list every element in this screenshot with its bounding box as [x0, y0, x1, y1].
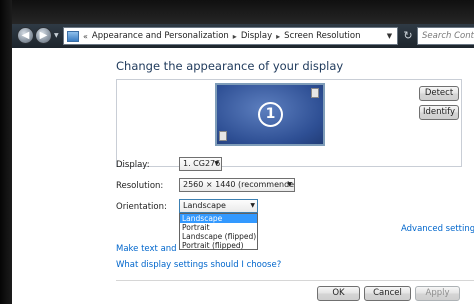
chevron-down-icon: ▼	[54, 32, 59, 39]
orientation-select-value: Landscape	[183, 201, 226, 210]
chevron-down-icon: ▼	[250, 202, 255, 209]
advanced-settings-link[interactable]: Advanced settings	[401, 224, 474, 234]
control-panel-icon	[67, 30, 79, 42]
identify-button[interactable]: Identify	[419, 105, 459, 120]
window-glass-left	[0, 0, 12, 304]
orientation-dropdown-list: Landscape Portrait Landscape (flipped) P…	[179, 213, 258, 250]
breadcrumb-overflow[interactable]: «	[83, 32, 88, 41]
monitor-preview-area: 1 Detect Identify	[116, 79, 462, 167]
breadcrumb-display[interactable]: Display	[241, 31, 272, 41]
display-settings-help-link[interactable]: What display settings should I choose?	[116, 260, 281, 270]
orientation-option-portrait-flipped[interactable]: Portrait (flipped)	[180, 241, 257, 250]
orientation-select[interactable]: Landscape ▼	[179, 199, 258, 213]
cancel-button[interactable]: Cancel	[364, 286, 411, 301]
resolution-select[interactable]: 2560 × 1440 (recommended) ▼	[179, 178, 295, 192]
refresh-icon[interactable]: ↻	[400, 28, 416, 44]
search-input[interactable]: Search Control Panel	[417, 27, 474, 45]
address-dropdown-icon[interactable]: ▼	[384, 30, 395, 42]
button-divider	[116, 280, 474, 281]
apply-button[interactable]: Apply	[415, 286, 460, 301]
screen-resolution-panel: Change the appearance of your display 1 …	[12, 48, 474, 304]
orientation-label: Orientation:	[116, 202, 167, 212]
chevron-down-icon: ▼	[287, 181, 292, 188]
breadcrumb-screen-resolution[interactable]: Screen Resolution	[284, 31, 360, 41]
address-bar[interactable]: « Appearance and Personalization ▸ Displ…	[63, 27, 398, 45]
back-arrow-icon: ◀	[21, 30, 30, 41]
breadcrumb-appearance[interactable]: Appearance and Personalization	[92, 31, 229, 41]
display-select[interactable]: 1. CG276 ▼	[179, 157, 222, 171]
monitor-1-preview[interactable]: 1	[215, 83, 325, 146]
make-text-larger-link[interactable]: Make text and other	[116, 244, 180, 254]
resolution-label: Resolution:	[116, 181, 164, 191]
desktop-document-icon	[311, 88, 319, 98]
detect-button[interactable]: Detect	[419, 86, 459, 101]
navigation-bar: ◀ ▶ ▼ « Appearance and Personalization ▸…	[12, 24, 474, 48]
resolution-select-value: 2560 × 1440 (recommended)	[183, 180, 295, 189]
monitor-number-badge: 1	[258, 102, 283, 127]
orientation-option-landscape-flipped[interactable]: Landscape (flipped)	[180, 232, 257, 241]
orientation-option-portrait[interactable]: Portrait	[180, 223, 257, 232]
page-title: Change the appearance of your display	[116, 59, 344, 73]
ok-button[interactable]: OK	[317, 286, 360, 301]
display-label: Display:	[116, 160, 150, 170]
desktop-document-icon	[219, 131, 227, 141]
orientation-option-landscape[interactable]: Landscape	[180, 214, 257, 223]
forward-arrow-icon: ▶	[39, 30, 48, 41]
recent-pages-button[interactable]: ▼	[54, 32, 61, 40]
window-glass-top	[0, 0, 474, 24]
forward-button[interactable]: ▶	[35, 27, 52, 44]
breadcrumb-separator[interactable]: ▸	[276, 32, 280, 41]
chevron-down-icon: ▼	[214, 160, 219, 167]
back-button[interactable]: ◀	[17, 27, 34, 44]
breadcrumb-separator[interactable]: ▸	[233, 32, 237, 41]
